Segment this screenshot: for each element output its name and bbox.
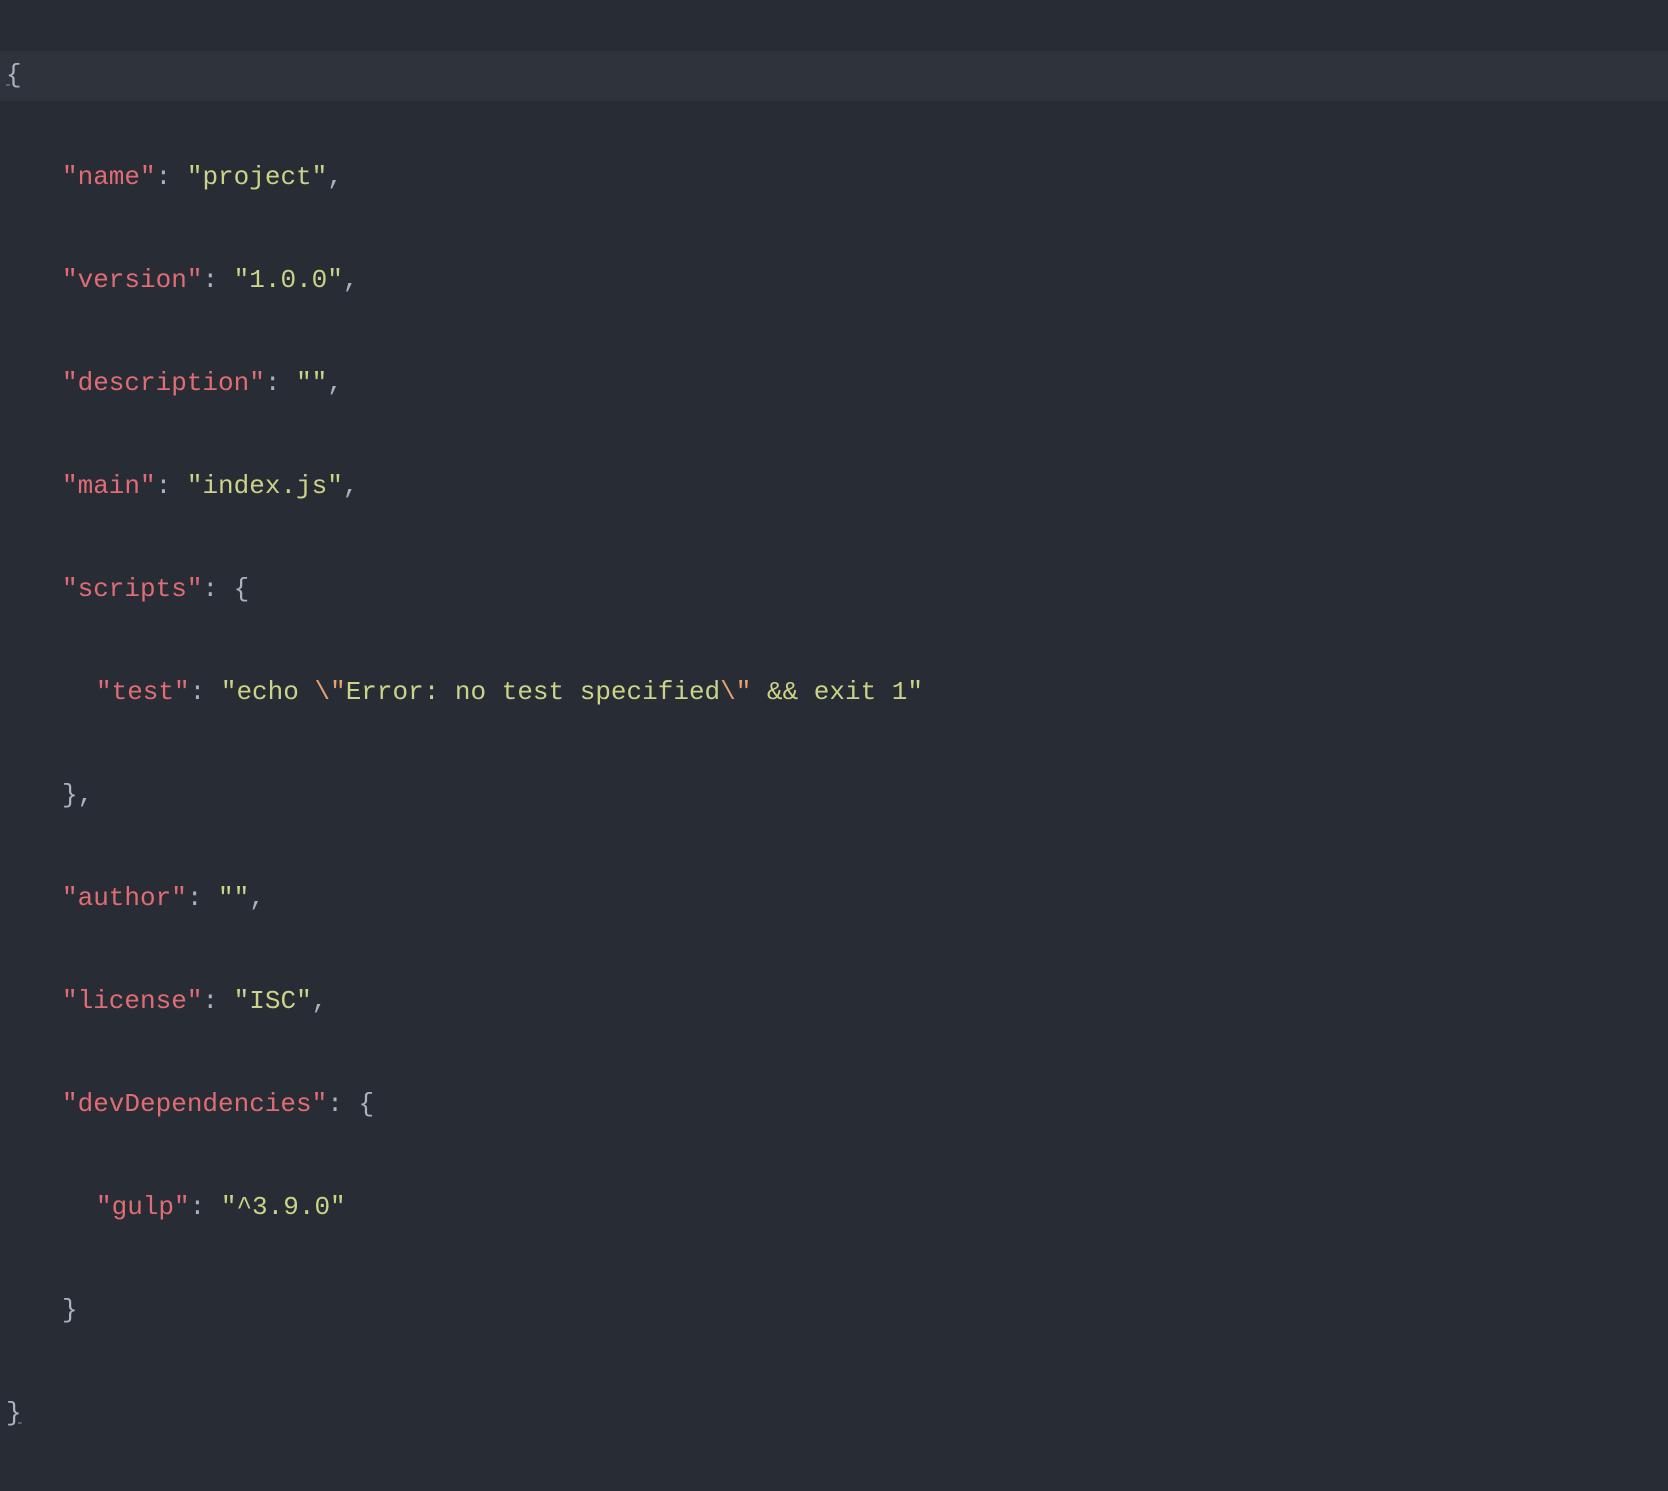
colon: : bbox=[156, 162, 187, 192]
json-string: "ISC" bbox=[234, 986, 312, 1016]
close-brace-comma: }, bbox=[62, 780, 93, 810]
json-string: "^3.9.0" bbox=[221, 1192, 346, 1222]
comma: , bbox=[327, 162, 343, 192]
code-line[interactable]: "name": "project", bbox=[0, 152, 1668, 203]
colon-brace: : { bbox=[202, 574, 249, 604]
json-string: "index.js" bbox=[187, 471, 343, 501]
code-line[interactable]: "license": "ISC", bbox=[0, 976, 1668, 1027]
colon: : bbox=[202, 986, 233, 1016]
colon: : bbox=[187, 883, 218, 913]
code-line[interactable]: "version": "1.0.0", bbox=[0, 255, 1668, 306]
open-brace: { bbox=[6, 60, 22, 90]
json-key: "main" bbox=[62, 471, 156, 501]
comma: , bbox=[327, 368, 343, 398]
code-line[interactable]: "author": "", bbox=[0, 873, 1668, 924]
json-string: Error: no test specified bbox=[346, 677, 720, 707]
json-string: "echo bbox=[221, 677, 315, 707]
code-line[interactable]: } bbox=[0, 1285, 1668, 1336]
escape-char: \" bbox=[314, 677, 345, 707]
code-line[interactable]: "devDependencies": { bbox=[0, 1079, 1668, 1130]
code-line[interactable]: "scripts": { bbox=[0, 564, 1668, 615]
json-string: && exit 1" bbox=[751, 677, 923, 707]
comma: , bbox=[343, 471, 359, 501]
code-line[interactable]: "test": "echo \"Error: no test specified… bbox=[0, 667, 1668, 718]
code-line[interactable]: "description": "", bbox=[0, 358, 1668, 409]
json-key: "devDependencies" bbox=[62, 1089, 327, 1119]
json-key: "version" bbox=[62, 265, 202, 295]
code-line[interactable]: "main": "index.js", bbox=[0, 461, 1668, 512]
comma: , bbox=[249, 883, 265, 913]
comma: , bbox=[343, 265, 359, 295]
colon-brace: : { bbox=[327, 1089, 374, 1119]
close-brace: } bbox=[6, 1398, 22, 1428]
json-string: "" bbox=[218, 883, 249, 913]
json-key: "license" bbox=[62, 986, 202, 1016]
json-key: "scripts" bbox=[62, 574, 202, 604]
colon: : bbox=[156, 471, 187, 501]
colon: : bbox=[190, 1192, 221, 1222]
code-line[interactable]: } bbox=[0, 1388, 1668, 1439]
json-key: "description" bbox=[62, 368, 265, 398]
json-key: "author" bbox=[62, 883, 187, 913]
json-string: "" bbox=[296, 368, 327, 398]
colon: : bbox=[190, 677, 221, 707]
comma: , bbox=[312, 986, 328, 1016]
code-line[interactable]: { bbox=[0, 51, 1668, 100]
code-line[interactable]: "gulp": "^3.9.0" bbox=[0, 1182, 1668, 1233]
colon: : bbox=[202, 265, 233, 295]
json-key: "name" bbox=[62, 162, 156, 192]
json-key: "test" bbox=[96, 677, 190, 707]
json-key: "gulp" bbox=[96, 1192, 190, 1222]
close-brace: } bbox=[62, 1295, 78, 1325]
code-editor[interactable]: { "name": "project", "version": "1.0.0",… bbox=[0, 0, 1668, 826]
escape-char: \" bbox=[720, 677, 751, 707]
json-string: "project" bbox=[187, 162, 327, 192]
json-string: "1.0.0" bbox=[234, 265, 343, 295]
code-line[interactable]: }, bbox=[0, 770, 1668, 821]
colon: : bbox=[265, 368, 296, 398]
